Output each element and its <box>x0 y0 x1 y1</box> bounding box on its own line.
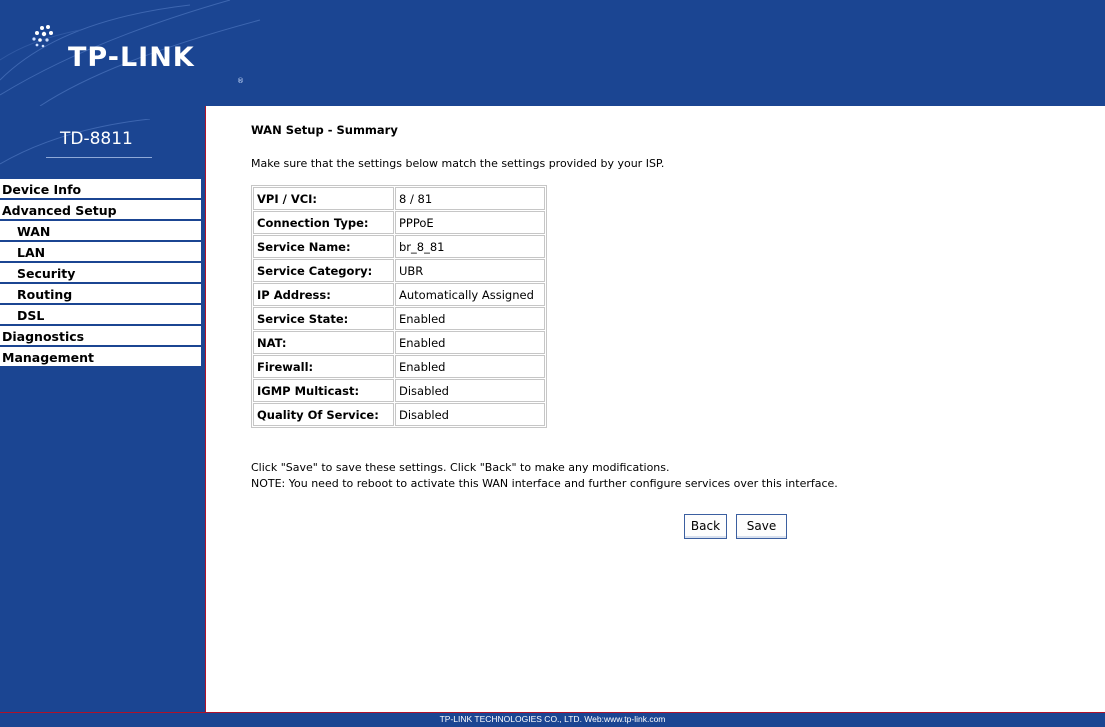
row-key: Service Name: <box>253 235 394 258</box>
page-title: WAN Setup - Summary <box>251 123 398 137</box>
footer-bar: TP-LINK TECHNOLOGIES CO., LTD. Web:www.t… <box>0 712 1105 727</box>
table-row: Service Name: br_8_81 <box>253 235 545 258</box>
back-button[interactable]: Back <box>684 514 727 539</box>
row-key: Firewall: <box>253 355 394 378</box>
table-row: Service State: Enabled <box>253 307 545 330</box>
logo-text: TP-LINK <box>68 42 195 73</box>
model-underline <box>46 157 152 158</box>
logo-dots-icon <box>32 25 53 48</box>
save-button[interactable]: Save <box>736 514 787 539</box>
row-value: Disabled <box>395 403 545 426</box>
row-key: Service Category: <box>253 259 394 282</box>
reboot-note-text: NOTE: You need to reboot to activate thi… <box>251 477 838 490</box>
row-value: 8 / 81 <box>395 187 545 210</box>
row-key: Quality Of Service: <box>253 403 394 426</box>
table-row: IP Address: Automatically Assigned <box>253 283 545 306</box>
row-key: VPI / VCI: <box>253 187 394 210</box>
row-key: Connection Type: <box>253 211 394 234</box>
table-row: Connection Type: PPPoE <box>253 211 545 234</box>
row-value: Disabled <box>395 379 545 402</box>
table-row: Firewall: Enabled <box>253 355 545 378</box>
sidebar-item-advanced-setup[interactable]: Advanced Setup <box>0 200 201 219</box>
table-row: Service Category: UBR <box>253 259 545 282</box>
row-key: IP Address: <box>253 283 394 306</box>
logo-registered-mark: ® <box>237 77 244 85</box>
model-arc-graphic <box>0 119 151 165</box>
row-value: Enabled <box>395 331 545 354</box>
row-key: IGMP Multicast: <box>253 379 394 402</box>
table-row: NAT: Enabled <box>253 331 545 354</box>
row-value: Automatically Assigned <box>395 283 545 306</box>
main-content: WAN Setup - Summary Make sure that the s… <box>206 106 1105 712</box>
row-value: Enabled <box>395 355 545 378</box>
header-banner: TP-LINK ® <box>0 0 1105 106</box>
table-row: Quality Of Service: Disabled <box>253 403 545 426</box>
table-row: VPI / VCI: 8 / 81 <box>253 187 545 210</box>
summary-table: VPI / VCI: 8 / 81 Connection Type: PPPoE S… <box>251 185 547 428</box>
model-label: TD-8811 <box>0 119 206 179</box>
row-value: UBR <box>395 259 545 282</box>
sidebar-item-management[interactable]: Management <box>0 347 201 366</box>
sidebar-item-diagnostics[interactable]: Diagnostics <box>0 326 201 345</box>
sidebar-item-security[interactable]: Security <box>0 263 201 282</box>
row-key: NAT: <box>253 331 394 354</box>
footer-text: TP-LINK TECHNOLOGIES CO., LTD. Web:www.t… <box>439 714 666 724</box>
sidebar-item-device-info[interactable]: Device Info <box>0 179 201 198</box>
sidebar-menu: Device Info Advanced Setup WAN LAN Secur… <box>0 179 206 368</box>
model-name: TD-8811 <box>60 129 133 149</box>
sidebar-item-dsl[interactable]: DSL <box>0 305 201 324</box>
save-instruction-text: Click "Save" to save these settings. Cli… <box>251 461 670 474</box>
sidebar-item-lan[interactable]: LAN <box>0 242 201 261</box>
sidebar-item-wan[interactable]: WAN <box>0 221 201 240</box>
row-value: PPPoE <box>395 211 545 234</box>
table-row: IGMP Multicast: Disabled <box>253 379 545 402</box>
row-value: Enabled <box>395 307 545 330</box>
row-key: Service State: <box>253 307 394 330</box>
sidebar: TD-8811 Device Info Advanced Setup WAN L… <box>0 106 206 712</box>
row-value: br_8_81 <box>395 235 545 258</box>
intro-text: Make sure that the settings below match … <box>251 157 665 170</box>
sidebar-item-routing[interactable]: Routing <box>0 284 201 303</box>
